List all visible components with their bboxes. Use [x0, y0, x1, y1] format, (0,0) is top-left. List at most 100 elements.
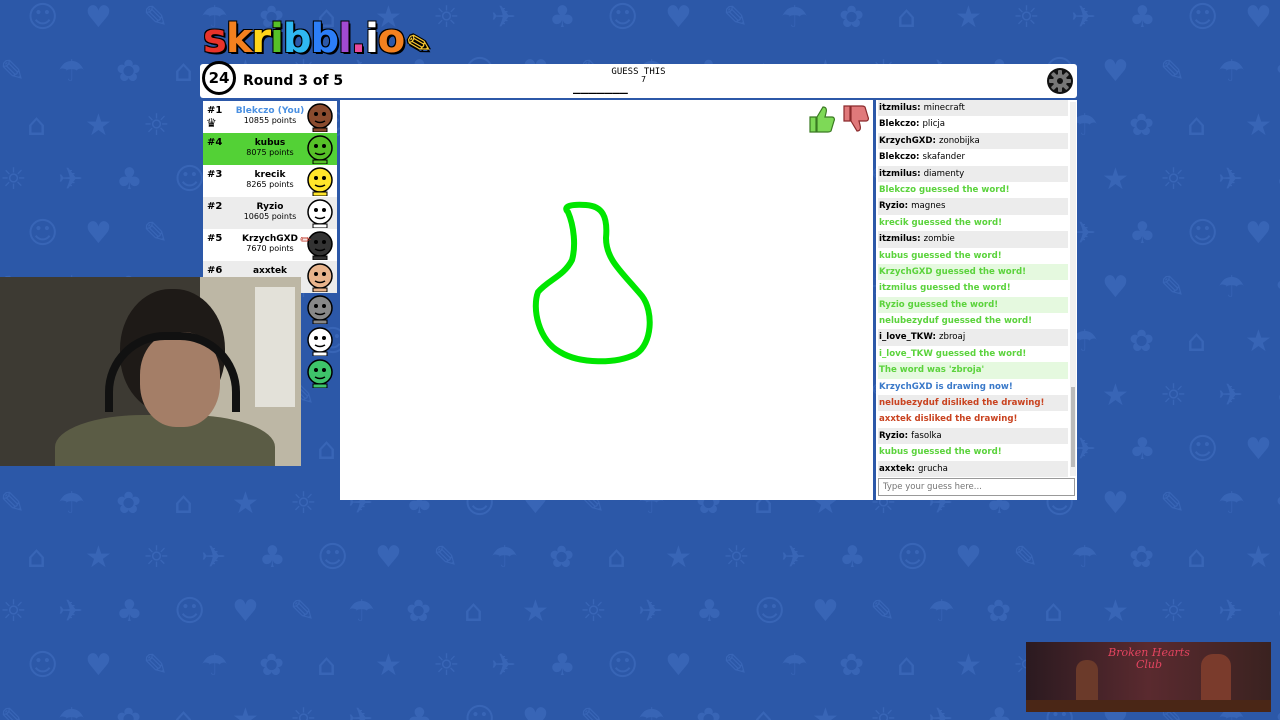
guess-input[interactable]: [878, 478, 1075, 496]
background-doodle: ☂: [58, 702, 85, 720]
background-doodle: ☺: [1187, 216, 1219, 251]
background-doodle: ♣: [1129, 216, 1156, 251]
background-doodle: ☼: [290, 486, 317, 521]
background-doodle: ✈: [638, 594, 664, 629]
background-doodle: ☂: [58, 54, 85, 89]
skribbl-logo: s k r i b b l. i o ✏: [203, 12, 438, 66]
chat-username: Blekczo:: [879, 119, 923, 130]
background-doodle: ★: [812, 702, 839, 720]
background-doodle: ♥: [1102, 270, 1129, 305]
background-doodle: ♥: [85, 0, 112, 35]
drawing-canvas[interactable]: [340, 100, 873, 500]
player-row[interactable]: #5 KrzychGXD 7670 points ✏: [203, 229, 337, 261]
player-rank: #2: [207, 201, 223, 212]
chat-message: kubus guessed the word!: [878, 247, 1068, 264]
background-doodle: ♥: [1102, 54, 1129, 89]
background-doodle: ✎: [1160, 54, 1186, 89]
background-doodle: ✈: [58, 594, 84, 629]
chat-message: itzmilus: zombie: [878, 231, 1068, 248]
webcam-window: [255, 287, 295, 407]
background-doodle: ♣: [1276, 378, 1280, 413]
chat-username: KrzychGXD:: [879, 135, 939, 146]
background-doodle: ☼: [290, 702, 317, 720]
settings-button[interactable]: [1045, 66, 1075, 96]
background-doodle: ♥: [375, 540, 402, 575]
corner-thumbnail: Broken Hearts Club: [1026, 642, 1271, 712]
chat-scrollbar[interactable]: [1070, 102, 1076, 476]
player-row[interactable]: #2 Ryzio 10605 points: [203, 197, 337, 229]
chat-text: magnes: [911, 201, 946, 212]
background-doodle: ⌂: [1044, 594, 1064, 629]
player-row[interactable]: #1 Blekczo (You) 10855 points ♛: [203, 101, 337, 133]
player-avatar-icon: [307, 103, 333, 132]
background-doodle: ☺: [174, 162, 206, 197]
logo-letter: i: [270, 16, 284, 62]
background-doodle: ✈: [781, 540, 807, 575]
background-doodle: ✿: [1276, 486, 1280, 521]
background-doodle: ✈: [58, 162, 84, 197]
chat-text: grucha: [917, 463, 948, 474]
background-doodle: ☼: [0, 162, 27, 197]
scrollbar-thumb[interactable]: [1071, 387, 1075, 467]
chat-username: itzmilus:: [879, 168, 924, 179]
background-doodle: ⌂: [897, 0, 917, 35]
logo-letter: i: [365, 16, 379, 62]
background-doodle: ✿: [839, 0, 865, 35]
background-doodle: ★: [85, 540, 112, 575]
player-points: 8075 points: [246, 148, 294, 157]
background-doodle: ✈: [491, 648, 517, 683]
gear-icon: [1047, 68, 1073, 94]
thumbs-down-icon[interactable]: [841, 104, 871, 134]
background-doodle: ✈: [1218, 378, 1244, 413]
background-doodle: ☼: [1160, 378, 1187, 413]
chat-text: diamenty: [923, 168, 965, 179]
player-name: axxtek: [252, 266, 288, 276]
player-row[interactable]: #4 kubus 8075 points: [203, 133, 337, 165]
background-doodle: ☺: [607, 648, 639, 683]
background-doodle: ✈: [1218, 162, 1244, 197]
chat-message: Blekczo: plicja: [878, 116, 1068, 132]
background-doodle: ✿: [116, 486, 142, 521]
player-avatar-icon: [307, 295, 333, 324]
background-doodle: ♥: [812, 594, 839, 629]
background-doodle: ☂: [348, 594, 375, 629]
background-doodle: ★: [375, 648, 402, 683]
background-doodle: ☂: [928, 594, 955, 629]
player-rank: #1: [207, 105, 223, 116]
logo-letter: r: [251, 16, 271, 62]
player-rank: #3: [207, 169, 223, 180]
chat-message: nelubezyduf guessed the word!: [878, 313, 1068, 330]
chat-text: zombie: [923, 234, 955, 245]
logo-letter: b: [310, 16, 340, 62]
background-doodle: ⌂: [174, 702, 194, 720]
background-doodle: ✿: [1276, 270, 1280, 305]
background-doodle: ☼: [580, 594, 607, 629]
background-doodle: ⌂: [174, 486, 194, 521]
player-avatar-icon: [307, 167, 333, 196]
background-doodle: ✎: [143, 216, 169, 251]
background-doodle: ☂: [1218, 270, 1245, 305]
background-doodle: ✎: [0, 486, 26, 521]
background-doodle: ☼: [143, 540, 170, 575]
logo-letter: b: [282, 16, 312, 62]
background-doodle: ⌂: [317, 432, 337, 467]
player-points: 10855 points: [243, 116, 297, 125]
background-doodle: ♣: [1276, 594, 1280, 629]
background-doodle: ☼: [723, 540, 750, 575]
background-doodle: ⌂: [1187, 324, 1207, 359]
crown-icon: ♛: [206, 116, 217, 130]
background-doodle: ♥: [1245, 216, 1272, 251]
background-doodle: ♣: [116, 162, 143, 197]
background-doodle: ★: [85, 108, 112, 143]
background-doodle: ♣: [259, 540, 286, 575]
background-doodle: ✿: [116, 54, 142, 89]
thumbs-up-icon[interactable]: [807, 104, 837, 134]
background-doodle: ♣: [1276, 162, 1280, 197]
player-row[interactable]: #3 krecik 8265 points: [203, 165, 337, 197]
background-doodle: ✎: [870, 594, 896, 629]
player-name: kubus: [254, 138, 286, 148]
thumbnail-bar-counter: [1026, 700, 1271, 712]
logo-letter: s: [203, 16, 227, 62]
background-doodle: ✿: [839, 648, 865, 683]
background-doodle: ♥: [85, 648, 112, 683]
